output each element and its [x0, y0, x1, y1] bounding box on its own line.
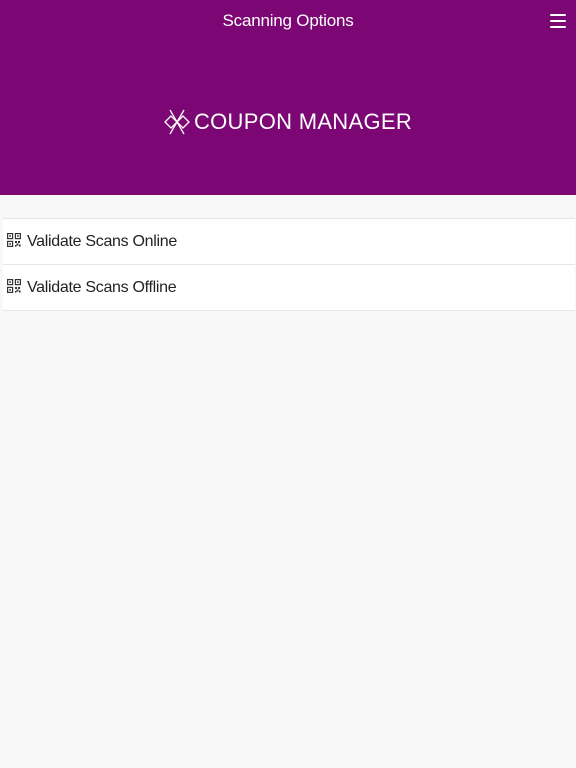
app-screen: Scanning Options COUPON MANAGER Validate… [0, 0, 576, 768]
header-banner: Scanning Options COUPON MANAGER [0, 0, 576, 195]
option-validate-online[interactable]: Validate Scans Online [3, 219, 575, 265]
qr-code-icon [7, 278, 21, 293]
page-title: Scanning Options [222, 11, 354, 30]
scanning-options-list: Validate Scans Online Validate Scans Off… [3, 218, 575, 311]
qr-code-icon [7, 232, 21, 247]
option-label: Validate Scans Online [27, 232, 177, 250]
option-label: Validate Scans Offline [27, 278, 177, 296]
hamburger-menu-icon[interactable] [548, 10, 570, 32]
brand-logo: COUPON MANAGER [0, 108, 576, 136]
option-validate-offline[interactable]: Validate Scans Offline [3, 265, 575, 311]
coupon-manager-logo-icon [164, 109, 190, 135]
brand-name: COUPON MANAGER [193, 109, 413, 134]
